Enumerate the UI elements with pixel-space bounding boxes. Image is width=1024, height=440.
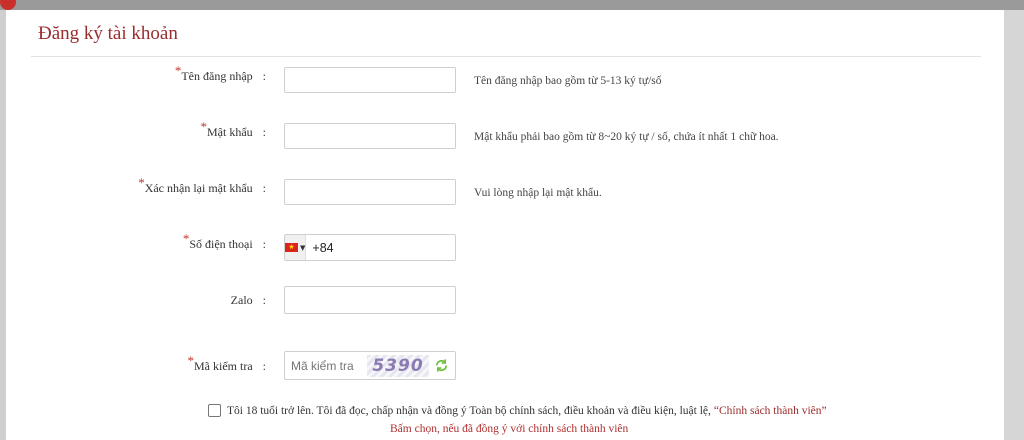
captcha-input[interactable]	[285, 352, 365, 379]
phone-label-text: Số điện thoại	[189, 237, 253, 251]
chevron-down-icon: ▼	[300, 243, 306, 252]
captcha-image: 5390	[367, 354, 429, 377]
confirm-password-hint: Vui lòng nhập lại mật khẩu.	[474, 187, 602, 199]
phone-label: *Số điện thoại:	[183, 231, 266, 252]
refresh-icon	[435, 359, 447, 372]
confirm-password-label: *Xác nhận lại mật khẩu:	[138, 175, 266, 196]
zalo-label-text: Zalo	[230, 293, 253, 307]
agreement-text: Tôi 18 tuổi trở lên. Tôi đã đọc, chấp nh…	[227, 404, 711, 417]
password-hint: Mật khẩu phải bao gồm từ 8~20 ký tự / số…	[474, 131, 779, 143]
agreement-notice: Bấm chọn, nếu đã đồng ý với chính sách t…	[390, 423, 629, 435]
close-dot-icon	[0, 0, 16, 10]
page-title: Đăng ký tài khoản	[38, 23, 178, 44]
required-mark: *	[187, 353, 195, 368]
zalo-input[interactable]	[285, 287, 455, 313]
label-colon: :	[262, 125, 266, 139]
register-panel: Đăng ký tài khoản *Tên đăng nhập: Tên đă…	[6, 10, 1004, 440]
country-selector[interactable]: ★ ▼	[285, 235, 307, 260]
label-colon: :	[262, 359, 266, 373]
label-colon: :	[262, 293, 266, 307]
username-hint: Tên đăng nhập bao gồm từ 5-13 ký tự/số	[474, 75, 662, 87]
member-policy-link[interactable]: “Chính sách thành viên”	[714, 405, 827, 417]
phone-field[interactable]: ★ ▼	[284, 234, 480, 261]
title-divider	[31, 56, 981, 57]
confirm-password-input[interactable]	[285, 180, 455, 204]
username-field[interactable]	[284, 67, 456, 93]
zalo-field[interactable]	[284, 286, 456, 314]
required-mark: *	[174, 63, 182, 78]
agreement-checkbox[interactable]	[208, 404, 221, 417]
refresh-captcha-button[interactable]	[432, 357, 450, 375]
password-label: *Mật khẩu:	[201, 119, 267, 140]
username-label: *Tên đăng nhập:	[175, 63, 266, 84]
required-mark: *	[200, 119, 208, 134]
required-mark: *	[182, 231, 190, 246]
confirm-password-label-text: Xác nhận lại mật khẩu	[144, 181, 253, 195]
right-edge-strip	[1004, 10, 1024, 440]
zalo-label: Zalo:	[231, 293, 266, 308]
vietnam-flag-icon: ★	[285, 243, 298, 252]
agreement-row: Tôi 18 tuổi trở lên. Tôi đã đọc, chấp nh…	[208, 404, 827, 417]
password-field[interactable]	[284, 123, 456, 149]
confirm-password-field[interactable]	[284, 179, 456, 205]
captcha-label: *Mã kiểm tra:	[188, 353, 267, 374]
captcha-field[interactable]: 5390	[284, 351, 456, 380]
captcha-label-text: Mã kiểm tra	[194, 359, 253, 373]
label-colon: :	[262, 237, 266, 251]
username-label-text: Tên đăng nhập	[181, 69, 253, 83]
browser-top-strip	[0, 0, 1024, 10]
label-colon: :	[262, 69, 266, 83]
required-mark: *	[138, 175, 145, 190]
phone-input[interactable]	[306, 235, 480, 260]
label-colon: :	[262, 181, 266, 195]
username-input[interactable]	[285, 68, 455, 92]
password-label-text: Mật khẩu	[207, 125, 253, 139]
password-input[interactable]	[285, 124, 455, 148]
